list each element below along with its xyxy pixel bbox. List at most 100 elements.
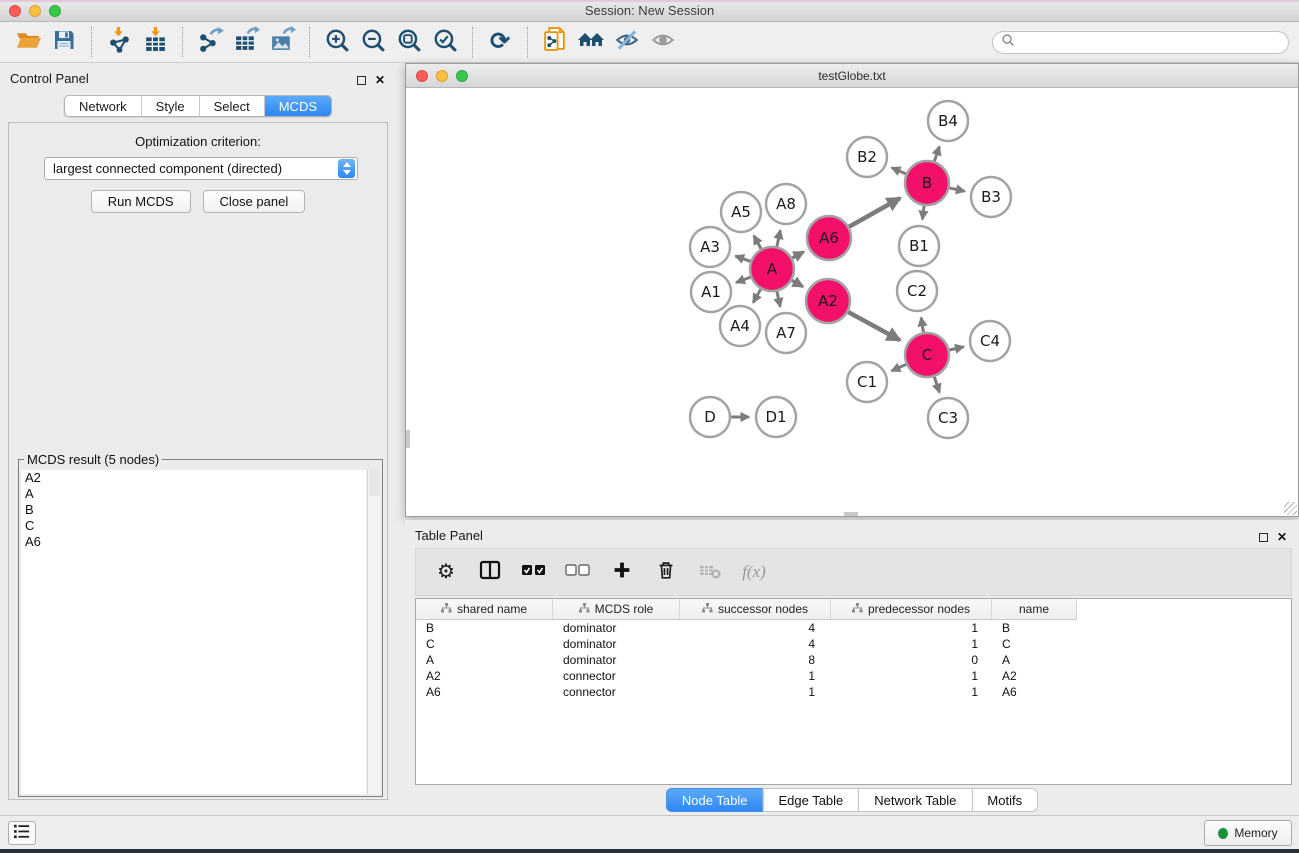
duplicate-network-icon: [542, 26, 569, 58]
graph-node-B3[interactable]: B3: [971, 177, 1011, 217]
graph-node-A6[interactable]: A6: [807, 216, 851, 260]
column-header-successor-nodes[interactable]: successor nodes: [680, 599, 831, 620]
cell-mcds-role: dominator: [553, 637, 680, 651]
result-item[interactable]: A6: [21, 534, 366, 550]
graph-node-A7[interactable]: A7: [766, 313, 806, 353]
session-title: Session: New Session: [0, 3, 1299, 18]
table-row[interactable]: Adominator80A: [416, 652, 1291, 668]
duplicate-network-button[interactable]: [537, 25, 573, 59]
edge-B-B3: [949, 188, 964, 191]
column-header-shared-name[interactable]: shared name: [416, 599, 553, 620]
graph-node-C[interactable]: C: [905, 333, 949, 377]
export-network-button[interactable]: [192, 25, 228, 59]
save-session-button[interactable]: [46, 25, 82, 59]
delete-table-button[interactable]: [696, 558, 724, 586]
graph-node-B2[interactable]: B2: [847, 137, 887, 177]
graph-node-A[interactable]: A: [750, 247, 794, 291]
zoom-in-button[interactable]: [319, 25, 355, 59]
task-history-button[interactable]: [8, 821, 36, 845]
criterion-select[interactable]: largest connected component (directed): [44, 157, 358, 180]
tab-mcds[interactable]: MCDS: [265, 96, 331, 116]
table-row[interactable]: Bdominator41B: [416, 620, 1291, 636]
network-canvas[interactable]: A A1 A2 A3 A4 A5 A6 A7 A8 B B1 B2 B3B4 C C1 C2 C3 C4 D D1: [406, 88, 1298, 516]
titlebar: Session: New Session: [0, 0, 1299, 22]
export-image-button[interactable]: [264, 25, 300, 59]
refresh-layout-button[interactable]: ⟳: [482, 25, 518, 59]
svg-text:B1: B1: [909, 237, 929, 255]
tab-select[interactable]: Select: [200, 96, 265, 116]
edge-B-B2: [892, 168, 906, 174]
graph-node-D1[interactable]: D1: [756, 397, 796, 437]
deselect-all-columns-button[interactable]: [564, 558, 592, 586]
table-row[interactable]: Cdominator41C: [416, 636, 1291, 652]
result-item[interactable]: B: [21, 502, 366, 518]
table-row[interactable]: A6connector11A6: [416, 684, 1291, 700]
tab-network[interactable]: Network: [65, 96, 142, 116]
table-panel: Table Panel ⚙: [405, 520, 1299, 815]
memory-button[interactable]: Memory: [1204, 820, 1292, 846]
column-header-predecessor-nodes[interactable]: predecessor nodes: [831, 599, 992, 620]
import-network-button[interactable]: [101, 25, 137, 59]
svg-text:C3: C3: [938, 409, 958, 427]
function-builder-button[interactable]: f(x): [740, 558, 768, 586]
graph-node-A5[interactable]: A5: [721, 192, 761, 232]
network-horizontal-scroll-thumb[interactable]: [844, 512, 858, 516]
show-column-button[interactable]: [476, 558, 504, 586]
result-scrollbar-thumb[interactable]: [369, 470, 380, 496]
tab-style[interactable]: Style: [142, 96, 200, 116]
add-column-button[interactable]: [608, 558, 636, 586]
show-graphics-details-button[interactable]: [645, 25, 681, 59]
tab-network-table[interactable]: Network Table: [858, 788, 971, 812]
search-input[interactable]: [1015, 35, 1280, 50]
select-all-columns-button[interactable]: [520, 558, 548, 586]
close-table-panel-icon[interactable]: [1277, 528, 1287, 546]
tab-motifs[interactable]: Motifs: [971, 788, 1038, 812]
graph-node-B4[interactable]: B4: [928, 101, 968, 141]
table-settings-button[interactable]: ⚙: [432, 558, 460, 586]
export-table-icon: [233, 26, 260, 58]
edge-C-C2: [921, 318, 923, 333]
graph-node-B[interactable]: B: [905, 161, 949, 205]
mcds-result-list: A2ABCA6: [21, 470, 366, 794]
graph-node-C3[interactable]: C3: [928, 398, 968, 438]
tab-node-table[interactable]: Node Table: [666, 788, 763, 812]
close-panel-button[interactable]: Close panel: [203, 190, 306, 213]
table-row[interactable]: A2connector11A2: [416, 668, 1291, 684]
svg-text:C4: C4: [980, 332, 1000, 350]
window-resize-grip[interactable]: [1284, 502, 1297, 515]
graph-node-C1[interactable]: C1: [847, 362, 887, 402]
zoom-fit-button[interactable]: [391, 25, 427, 59]
delete-column-button[interactable]: [652, 558, 680, 586]
graph-node-A3[interactable]: A3: [690, 227, 730, 267]
graph-node-D[interactable]: D: [690, 397, 730, 437]
tab-edge-table[interactable]: Edge Table: [762, 788, 858, 812]
import-table-button[interactable]: [137, 25, 173, 59]
hide-graphics-details-button[interactable]: [609, 25, 645, 59]
zoom-out-button[interactable]: [355, 25, 391, 59]
graph-node-A2[interactable]: A2: [806, 279, 850, 323]
search-field[interactable]: [992, 31, 1289, 54]
cell-mcds-role: dominator: [553, 621, 680, 635]
column-header-mcds-role[interactable]: MCDS role: [553, 599, 680, 620]
run-mcds-button[interactable]: Run MCDS: [91, 190, 191, 213]
network-vertical-scroll-thumb[interactable]: [406, 430, 410, 448]
graph-node-B1[interactable]: B1: [899, 226, 939, 266]
column-header-name[interactable]: name: [992, 599, 1077, 620]
graph-node-A4[interactable]: A4: [720, 306, 760, 346]
result-item[interactable]: A: [21, 486, 366, 502]
zoom-selected-button[interactable]: [427, 25, 463, 59]
graph-node-C2[interactable]: C2: [897, 271, 937, 311]
cell-successor-nodes: 8: [680, 653, 831, 667]
result-item[interactable]: C: [21, 518, 366, 534]
export-table-button[interactable]: [228, 25, 264, 59]
result-item[interactable]: A2: [21, 470, 366, 486]
result-scrollbar[interactable]: [367, 470, 380, 794]
float-panel-icon[interactable]: [357, 76, 366, 85]
graph-node-A8[interactable]: A8: [766, 184, 806, 224]
close-panel-icon[interactable]: [375, 71, 385, 89]
home-views-button[interactable]: [573, 25, 609, 59]
graph-node-C4[interactable]: C4: [970, 321, 1010, 361]
float-table-panel-icon[interactable]: [1259, 533, 1268, 542]
open-session-button[interactable]: [10, 25, 46, 59]
graph-node-A1[interactable]: A1: [691, 272, 731, 312]
